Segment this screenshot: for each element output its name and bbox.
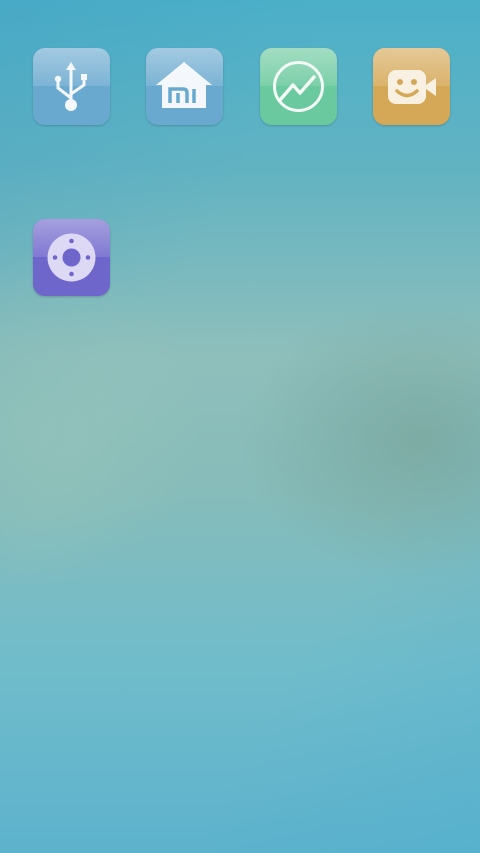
remote-control-icon bbox=[47, 233, 96, 282]
usb-icon bbox=[54, 62, 87, 111]
video-call-smiley-icon bbox=[388, 70, 436, 104]
mi-home-icon bbox=[156, 62, 212, 108]
home-screen bbox=[0, 0, 480, 853]
trend-app-icon[interactable] bbox=[260, 48, 337, 125]
usb-app-icon[interactable] bbox=[33, 48, 110, 125]
mi-home-app-icon[interactable] bbox=[146, 48, 223, 125]
remote-control-app-icon[interactable] bbox=[33, 219, 110, 296]
video-call-app-icon[interactable] bbox=[373, 48, 450, 125]
trend-chart-icon bbox=[273, 61, 324, 112]
